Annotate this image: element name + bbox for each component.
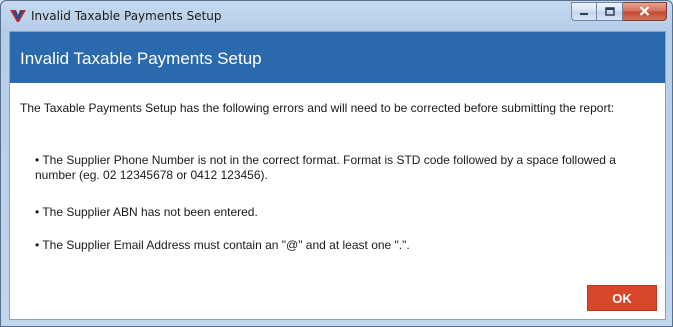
window-title: Invalid Taxable Payments Setup xyxy=(31,9,222,23)
close-button[interactable] xyxy=(623,2,667,21)
ok-button[interactable]: OK xyxy=(587,285,657,311)
error-item-email: • The Supplier Email Address must contai… xyxy=(35,238,410,252)
title-bar[interactable]: Invalid Taxable Payments Setup xyxy=(1,1,672,31)
dialog-header: Invalid Taxable Payments Setup xyxy=(10,32,665,83)
intro-text: The Taxable Payments Setup has the follo… xyxy=(20,101,615,115)
app-logo-icon xyxy=(10,9,26,23)
minimize-icon xyxy=(579,3,589,21)
close-icon xyxy=(639,3,650,21)
dialog-header-title: Invalid Taxable Payments Setup xyxy=(20,49,262,68)
minimize-button[interactable] xyxy=(571,2,597,21)
error-item-phone: • The Supplier Phone Number is not in th… xyxy=(35,153,616,182)
maximize-icon xyxy=(604,3,615,21)
error-item-abn: • The Supplier ABN has not been entered. xyxy=(35,205,258,219)
caption-buttons xyxy=(571,2,667,22)
dialog-body: Invalid Taxable Payments Setup The Taxab… xyxy=(9,31,666,320)
dialog-window: Invalid Taxable Payments Setup Invalid T… xyxy=(0,0,673,327)
maximize-button[interactable] xyxy=(597,2,623,21)
